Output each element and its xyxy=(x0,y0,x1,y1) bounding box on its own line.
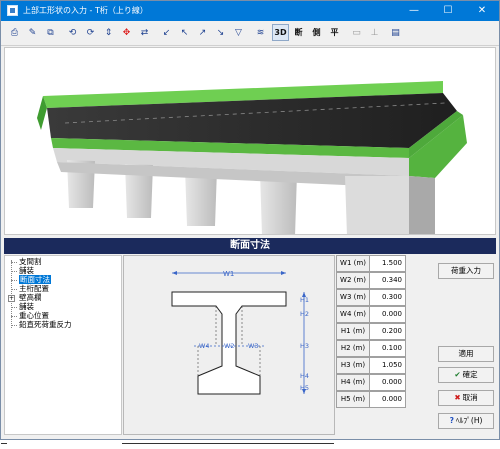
load-input-button[interactable]: 荷重入力 xyxy=(438,263,494,279)
toolbar: ⎙ ✎ ⧉ ⟲ ⟳ ⇕ ✥ ⇄ ↙ ↖ ↗ ↘ ▽ ≋ 3D 断 側 平 ▭ ⊥… xyxy=(1,21,499,46)
param-value-input[interactable]: 0.000 xyxy=(370,391,406,408)
param-label: W4 (m) xyxy=(336,306,370,323)
param-row-h1: H1 (m) 0.200 xyxy=(336,323,406,340)
pencil-icon[interactable]: ✎ xyxy=(24,24,41,41)
print-icon[interactable]: ⎙ xyxy=(6,24,23,41)
confirm-label: 確定 xyxy=(462,370,478,379)
expand-icon[interactable]: + xyxy=(8,295,15,302)
h1-label: H1 xyxy=(300,296,309,304)
dimension-icon[interactable]: ▭ xyxy=(348,24,365,41)
param-value-input[interactable]: 0.000 xyxy=(370,306,406,323)
title-bar: 上部工形状の入力 - T桁（上り線） — ☐ ✕ xyxy=(1,1,499,21)
param-label: H4 (m) xyxy=(336,374,370,391)
h3-label: H3 xyxy=(300,342,309,350)
param-row-w4: W4 (m) 0.000 xyxy=(336,306,406,323)
param-label: H2 (m) xyxy=(336,340,370,357)
view-angle-3-icon[interactable]: ↗ xyxy=(194,24,211,41)
param-label: W1 (m) xyxy=(336,255,370,272)
help-label: ﾍﾙﾌﾟ(H) xyxy=(455,416,483,425)
param-label: H3 (m) xyxy=(336,357,370,374)
h4-label: H4 xyxy=(300,372,309,380)
param-value-input[interactable]: 1.500 xyxy=(370,255,406,272)
divider xyxy=(1,443,7,444)
w1-label: W1 xyxy=(223,270,234,278)
window-title: 上部工形状の入力 - T桁（上り線） xyxy=(23,6,148,15)
input-tree: 支間割 舗装 断面寸法 主桁配置 + 壁高欄 舗装 重心位置 鉛直死荷重反力 xyxy=(4,255,122,435)
move-vertical-icon[interactable]: ⇕ xyxy=(100,24,117,41)
layer-icon[interactable]: ≋ xyxy=(252,24,269,41)
param-row-h5: H5 (m) 0.000 xyxy=(336,391,406,408)
tree-item-dead-load-reaction[interactable]: 鉛直死荷重反力 xyxy=(19,320,72,330)
help-button[interactable]: ? ﾍﾙﾌﾟ(H) xyxy=(438,413,494,429)
param-row-w3: W3 (m) 0.300 xyxy=(336,289,406,306)
move-all-icon[interactable]: ✥ xyxy=(118,24,135,41)
view-section-button[interactable]: 断 xyxy=(290,24,307,41)
view-side-button[interactable]: 側 xyxy=(308,24,325,41)
close-button[interactable]: ✕ xyxy=(465,1,499,21)
param-value-input[interactable]: 0.000 xyxy=(370,374,406,391)
view-front-icon[interactable]: ▽ xyxy=(230,24,247,41)
check-icon: ✔ xyxy=(454,370,461,379)
copy-icon[interactable]: ⧉ xyxy=(42,24,59,41)
param-value-input[interactable]: 0.340 xyxy=(370,272,406,289)
param-label: H5 (m) xyxy=(336,391,370,408)
main-window: 上部工形状の入力 - T桁（上り線） — ☐ ✕ ⎙ ✎ ⧉ ⟲ ⟳ ⇕ ✥ ⇄… xyxy=(0,0,500,440)
h5-label: H5 xyxy=(300,384,309,392)
view-angle-4-icon[interactable]: ↘ xyxy=(212,24,229,41)
view-angle-1-icon[interactable]: ↙ xyxy=(158,24,175,41)
param-label: W3 (m) xyxy=(336,289,370,306)
param-row-w2: W2 (m) 0.340 xyxy=(336,272,406,289)
w3-label: W3 xyxy=(248,342,259,350)
bridge-3d-view[interactable] xyxy=(4,47,496,235)
section-header: 断面寸法 xyxy=(4,238,496,254)
dimension-table: W1 (m) 1.500 W2 (m) 0.340 W3 (m) 0.300 W… xyxy=(336,255,406,415)
param-row-h4: H4 (m) 0.000 xyxy=(336,374,406,391)
cancel-label: 取消 xyxy=(462,393,478,402)
param-value-input[interactable]: 0.100 xyxy=(370,340,406,357)
rotate-left-icon[interactable]: ⟲ xyxy=(64,24,81,41)
param-row-w1: W1 (m) 1.500 xyxy=(336,255,406,272)
param-label: W2 (m) xyxy=(336,272,370,289)
apply-button[interactable]: 適用 xyxy=(438,346,494,362)
w2-label: W2 xyxy=(224,342,235,350)
confirm-button[interactable]: ✔ 確定 xyxy=(438,367,494,383)
divider xyxy=(122,443,334,444)
view-angle-2-icon[interactable]: ↖ xyxy=(176,24,193,41)
export-icon[interactable]: ▤ xyxy=(387,24,404,41)
cancel-button[interactable]: ✖ 取消 xyxy=(438,390,494,406)
section-diagram: W1 W4 W2 W3 H1 H2 H3 H4 H5 xyxy=(123,255,335,435)
param-row-h2: H2 (m) 0.100 xyxy=(336,340,406,357)
bridge-3d-model xyxy=(37,81,467,234)
param-label: H1 (m) xyxy=(336,323,370,340)
h2-label: H2 xyxy=(300,310,309,318)
zoom-icon[interactable]: ⇄ xyxy=(136,24,153,41)
param-value-input[interactable]: 0.300 xyxy=(370,289,406,306)
help-icon: ? xyxy=(449,416,454,425)
view-3d-button[interactable]: 3D xyxy=(272,24,289,41)
measure-icon[interactable]: ⊥ xyxy=(366,24,383,41)
t-girder-cross-section: W1 W4 W2 W3 H1 H2 H3 H4 H5 xyxy=(171,270,309,395)
maximize-button[interactable]: ☐ xyxy=(431,1,465,21)
app-icon xyxy=(7,5,18,16)
rotate-right-icon[interactable]: ⟳ xyxy=(82,24,99,41)
view-plan-button[interactable]: 平 xyxy=(326,24,343,41)
cross-icon: ✖ xyxy=(454,393,461,402)
param-value-input[interactable]: 0.200 xyxy=(370,323,406,340)
param-value-input[interactable]: 1.050 xyxy=(370,357,406,374)
minimize-button[interactable]: — xyxy=(397,1,431,21)
param-row-h3: H3 (m) 1.050 xyxy=(336,357,406,374)
w4-label: W4 xyxy=(199,342,210,350)
